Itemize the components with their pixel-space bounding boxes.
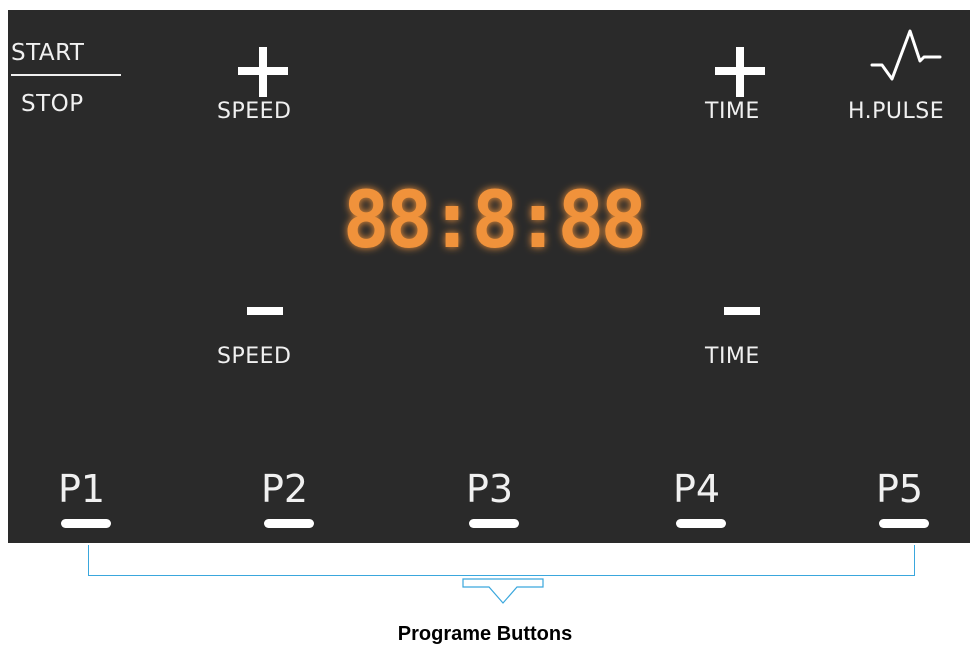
display-digits: 88:8:88 bbox=[343, 176, 644, 259]
speed-minus-label: SPEED bbox=[217, 344, 292, 369]
program-indicator-p3 bbox=[469, 519, 519, 528]
program-button-p3[interactable]: P3 bbox=[466, 467, 513, 511]
speed-plus-icon[interactable] bbox=[238, 47, 288, 97]
stop-button[interactable]: STOP bbox=[21, 91, 84, 117]
program-indicator-p4 bbox=[676, 519, 726, 528]
program-indicator-p2 bbox=[264, 519, 314, 528]
time-plus-label: TIME bbox=[705, 99, 760, 124]
speed-plus-label: SPEED bbox=[217, 99, 292, 124]
program-button-p4[interactable]: P4 bbox=[673, 467, 720, 511]
program-indicator-p1 bbox=[61, 519, 111, 528]
start-button[interactable]: START bbox=[11, 40, 84, 71]
time-plus-icon[interactable] bbox=[715, 47, 765, 97]
program-button-p2[interactable]: P2 bbox=[261, 467, 308, 511]
programe-buttons-caption: Programe Buttons bbox=[397, 623, 573, 645]
time-minus-label: TIME bbox=[705, 344, 760, 369]
control-panel bbox=[8, 10, 970, 543]
program-button-p1[interactable]: P1 bbox=[58, 467, 105, 511]
heartbeat-pulse-icon[interactable] bbox=[870, 27, 942, 83]
program-buttons-bracket bbox=[88, 545, 915, 576]
start-stop-divider bbox=[11, 74, 121, 76]
program-indicator-p5 bbox=[879, 519, 929, 528]
program-button-p5[interactable]: P5 bbox=[876, 467, 923, 511]
down-arrow-icon bbox=[462, 578, 544, 604]
pulse-label: H.PULSE bbox=[848, 99, 945, 124]
speed-minus-icon[interactable] bbox=[247, 307, 283, 315]
time-minus-icon[interactable] bbox=[724, 307, 760, 315]
time-display: 88:8:88 bbox=[343, 176, 648, 259]
